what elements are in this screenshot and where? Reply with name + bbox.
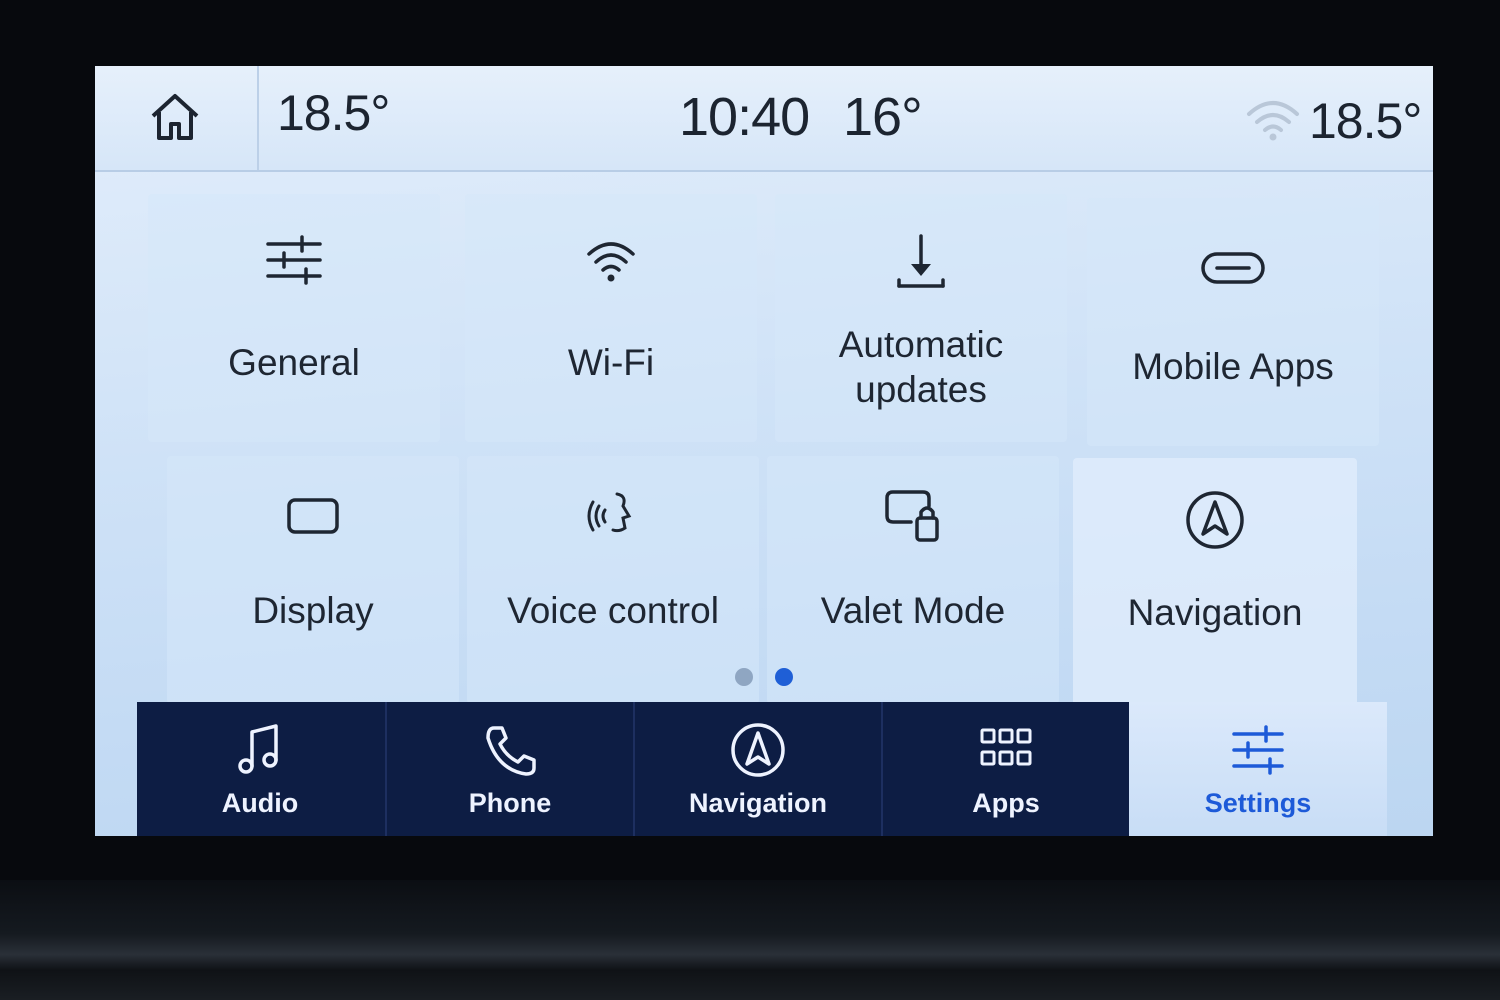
page-indicator [735, 666, 815, 688]
nav-phone-button[interactable]: Phone [385, 702, 633, 836]
clock: 10:40 [679, 87, 810, 147]
sliders-icon [266, 235, 322, 285]
outside-temperature: 16° [843, 87, 923, 147]
navigation-arrow-icon [731, 723, 785, 777]
home-icon[interactable] [147, 88, 203, 144]
status-divider [257, 66, 259, 170]
bottom-navigation-bar: Audio Phone Navigation Apps Settings [137, 702, 1387, 836]
passenger-temperature[interactable]: 18.5° [1309, 92, 1422, 150]
wifi-icon [587, 242, 635, 282]
driver-temperature[interactable]: 18.5° [277, 84, 390, 142]
phone-icon [486, 726, 536, 776]
tile-automatic-updates-label: Automatic updates [775, 322, 1067, 412]
tile-wifi-label: Wi-Fi [567, 342, 655, 383]
nav-settings-label: Settings [1204, 788, 1312, 818]
nav-navigation-button[interactable]: Navigation [633, 702, 881, 836]
tile-mobile-apps-label: Mobile Apps [1132, 346, 1334, 387]
voice-icon [587, 492, 632, 533]
page-dot-2-active[interactable] [775, 668, 793, 686]
nav-navigation-label: Navigation [688, 788, 828, 818]
link-pill-icon [1201, 252, 1265, 284]
nav-apps-button[interactable]: Apps [881, 702, 1129, 836]
valet-lock-icon [885, 490, 939, 542]
tile-automatic-updates[interactable]: Automatic updates [775, 194, 1067, 442]
infotainment-screen: 18.5° 10:40 16° 18.5° General Wi-Fi Auto… [95, 66, 1433, 836]
music-note-icon [238, 724, 278, 774]
nav-audio-label: Audio [221, 788, 299, 818]
tile-voice-control[interactable]: Voice control [467, 456, 759, 704]
tile-automatic-updates-line1: Automatic [838, 324, 1004, 365]
grid-icon [980, 728, 1032, 766]
tile-valet-mode-label: Valet Mode [820, 590, 1006, 631]
display-icon [287, 498, 339, 534]
tile-display-label: Display [252, 590, 374, 631]
tile-general-label: General [228, 342, 360, 383]
wifi-status-icon [1247, 101, 1299, 141]
tile-wifi[interactable]: Wi-Fi [465, 194, 757, 442]
tile-mobile-apps[interactable]: Mobile Apps [1087, 198, 1379, 446]
tile-display[interactable]: Display [167, 456, 459, 704]
tile-general[interactable]: General [148, 194, 440, 442]
tile-navigation-label: Navigation [1127, 592, 1303, 633]
download-icon [897, 234, 945, 288]
nav-audio-button[interactable]: Audio [137, 702, 383, 836]
navigation-arrow-icon [1186, 491, 1244, 549]
status-bar: 18.5° 10:40 16° 18.5° [95, 66, 1433, 172]
nav-settings-button[interactable]: Settings [1129, 702, 1387, 836]
bezel-trim [0, 880, 1500, 1000]
page-dot-1[interactable] [735, 668, 753, 686]
tile-voice-control-label: Voice control [507, 590, 719, 631]
nav-apps-label: Apps [972, 788, 1040, 818]
tile-navigation[interactable]: Navigation [1073, 458, 1357, 706]
nav-phone-label: Phone [468, 788, 552, 818]
tile-automatic-updates-line2: updates [855, 369, 987, 410]
sliders-icon [1232, 725, 1284, 775]
